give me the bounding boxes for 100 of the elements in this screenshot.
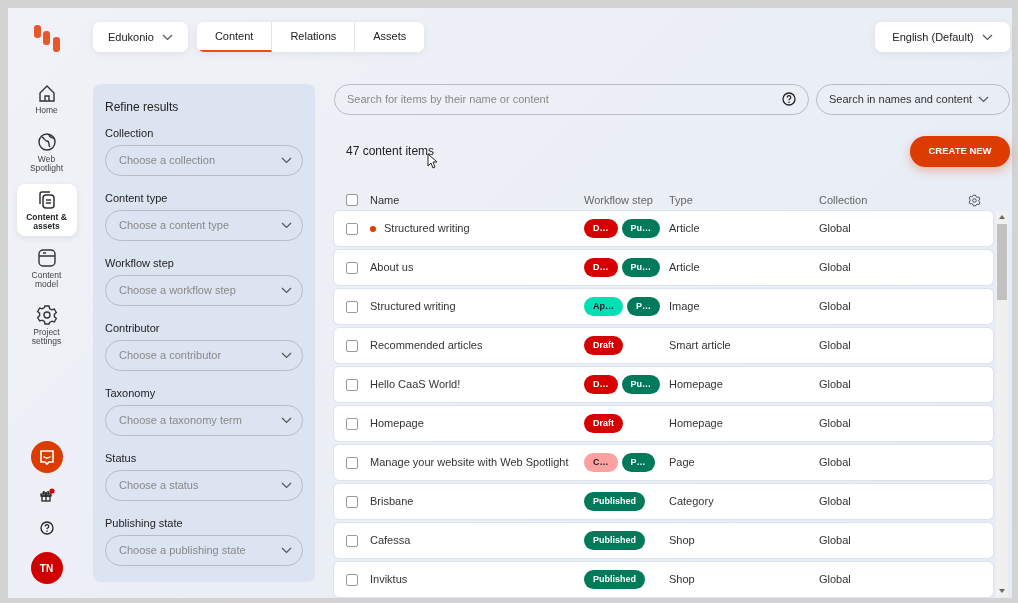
item-name: Structured writing (384, 221, 470, 237)
table-row[interactable]: Structured writing D… Pu… Article Global (334, 211, 993, 246)
table-row[interactable]: Recommended articles Draft Smart article Global (334, 328, 993, 363)
workflow-badge: D… (584, 375, 618, 394)
row-checkbox[interactable] (346, 495, 358, 508)
gift-icon[interactable] (38, 487, 55, 503)
table-row[interactable]: Hello CaaS World! D… Pu… Homepage Global (334, 367, 993, 402)
workflow-badge: Draft (584, 414, 623, 433)
chevron-down-icon (981, 33, 993, 41)
search-scope-dropdown[interactable]: Search in names and content (816, 84, 1010, 115)
field-label: Taxonomy (105, 386, 157, 400)
workflow-badge: C… (584, 453, 618, 472)
item-collection: Global (819, 494, 851, 510)
workflow-badge: Pu… (621, 219, 660, 238)
item-type: Smart article (669, 338, 732, 354)
chat-button[interactable] (30, 441, 63, 473)
globe-icon (35, 130, 58, 153)
column-header: Name (370, 192, 401, 208)
help-icon[interactable] (39, 521, 54, 535)
language-selector[interactable]: English (Default) (875, 22, 1010, 52)
item-collection: Global (819, 455, 851, 471)
row-checkbox[interactable] (346, 261, 358, 274)
user-avatar[interactable]: TN (30, 552, 63, 584)
item-name: Inviktus (370, 572, 408, 588)
workflow-badge: Pu… (621, 258, 660, 277)
workflow-badge: Draft (584, 336, 623, 355)
tab[interactable]: Assets (355, 22, 425, 52)
table-row[interactable]: Inviktus Published Shop Global (334, 562, 993, 597)
table-row[interactable]: About us D… Pu… Article Global (334, 250, 993, 285)
chevron-down-icon (281, 417, 292, 424)
item-name: About us (370, 260, 414, 276)
item-name: Recommended articles (370, 338, 483, 354)
table-row[interactable]: Cafessa Published Shop Global (334, 523, 993, 558)
item-count: 47 content items (346, 143, 435, 160)
table-row[interactable]: Homepage Draft Homepage Global (334, 406, 993, 441)
panel-title: Refine results (105, 99, 180, 116)
tab[interactable]: Relations (272, 22, 356, 52)
nav-item[interactable]: Home (16, 77, 77, 120)
field-label: Contributor (105, 321, 161, 335)
item-type: Homepage (669, 377, 724, 393)
item-name: Cafessa (370, 533, 411, 549)
chevron-down-icon (281, 547, 292, 554)
workflow-badge: Published (584, 492, 645, 511)
field-label: Collection (105, 126, 155, 140)
settings-icon[interactable] (968, 193, 981, 207)
workflow-badge: Ap… (584, 297, 623, 316)
item-collection: Global (819, 533, 851, 549)
project-selector[interactable]: Edukonio (93, 22, 188, 52)
chevron-down-icon (161, 33, 173, 41)
create-new-button[interactable]: CREATE NEW (910, 135, 1010, 167)
field-label: Content type (105, 191, 169, 205)
row-checkbox[interactable] (346, 573, 358, 586)
table-row[interactable]: Brisbane Published Category Global (334, 484, 993, 519)
item-collection: Global (819, 221, 851, 237)
item-type: Category (669, 494, 715, 510)
workflow-badge: Pu… (621, 375, 660, 394)
item-type: Homepage (669, 416, 724, 432)
workflow-badge: Published (584, 570, 645, 589)
item-collection: Global (819, 299, 851, 315)
workflow-badge: P… (621, 453, 655, 472)
pointer-cursor-icon (426, 153, 438, 169)
chevron-down-icon (978, 96, 990, 103)
item-name: Structured writing (370, 299, 456, 315)
item-name: Homepage (370, 416, 424, 432)
item-name: Hello CaaS World! (370, 377, 461, 393)
row-checkbox[interactable] (346, 456, 358, 469)
workflow-badge: D… (584, 219, 618, 238)
table-row[interactable]: Structured writing Ap… P… Image Global (334, 289, 993, 324)
nav-item[interactable]: Web Spotlight (16, 125, 77, 178)
search-field[interactable]: Search for items by their name or content (334, 84, 809, 115)
field-label: Publishing state (105, 516, 184, 530)
item-name: Brisbane (370, 494, 414, 510)
nav-item[interactable]: Content model (16, 241, 77, 294)
item-type: Image (669, 299, 701, 315)
nav-item[interactable]: Content & assets (16, 183, 77, 236)
chevron-down-icon (281, 482, 292, 489)
nav-item[interactable]: Project settings (16, 299, 77, 352)
item-collection: Global (819, 338, 851, 354)
item-collection: Global (819, 377, 851, 393)
workflow-badge: Published (584, 531, 645, 550)
select-all-checkbox[interactable] (346, 194, 358, 206)
row-checkbox[interactable] (346, 417, 358, 430)
tab[interactable]: Content (196, 22, 273, 52)
settings-icon (35, 304, 58, 327)
row-checkbox[interactable] (346, 300, 358, 313)
row-checkbox[interactable] (346, 378, 358, 391)
item-collection: Global (819, 572, 851, 588)
chevron-down-icon (281, 287, 292, 294)
table-row[interactable]: Manage your website with Web Spotlight C… P… Page Global (334, 445, 993, 480)
item-type: Article (669, 221, 701, 237)
chevron-down-icon (281, 352, 292, 359)
field-label: Status (105, 451, 138, 465)
row-checkbox[interactable] (346, 339, 358, 352)
help-icon[interactable] (782, 92, 796, 106)
column-header: Type (669, 192, 694, 208)
item-type: Shop (669, 533, 696, 549)
row-checkbox[interactable] (346, 534, 358, 547)
item-type: Shop (669, 572, 696, 588)
row-checkbox[interactable] (346, 222, 358, 235)
window-icon (35, 246, 58, 269)
